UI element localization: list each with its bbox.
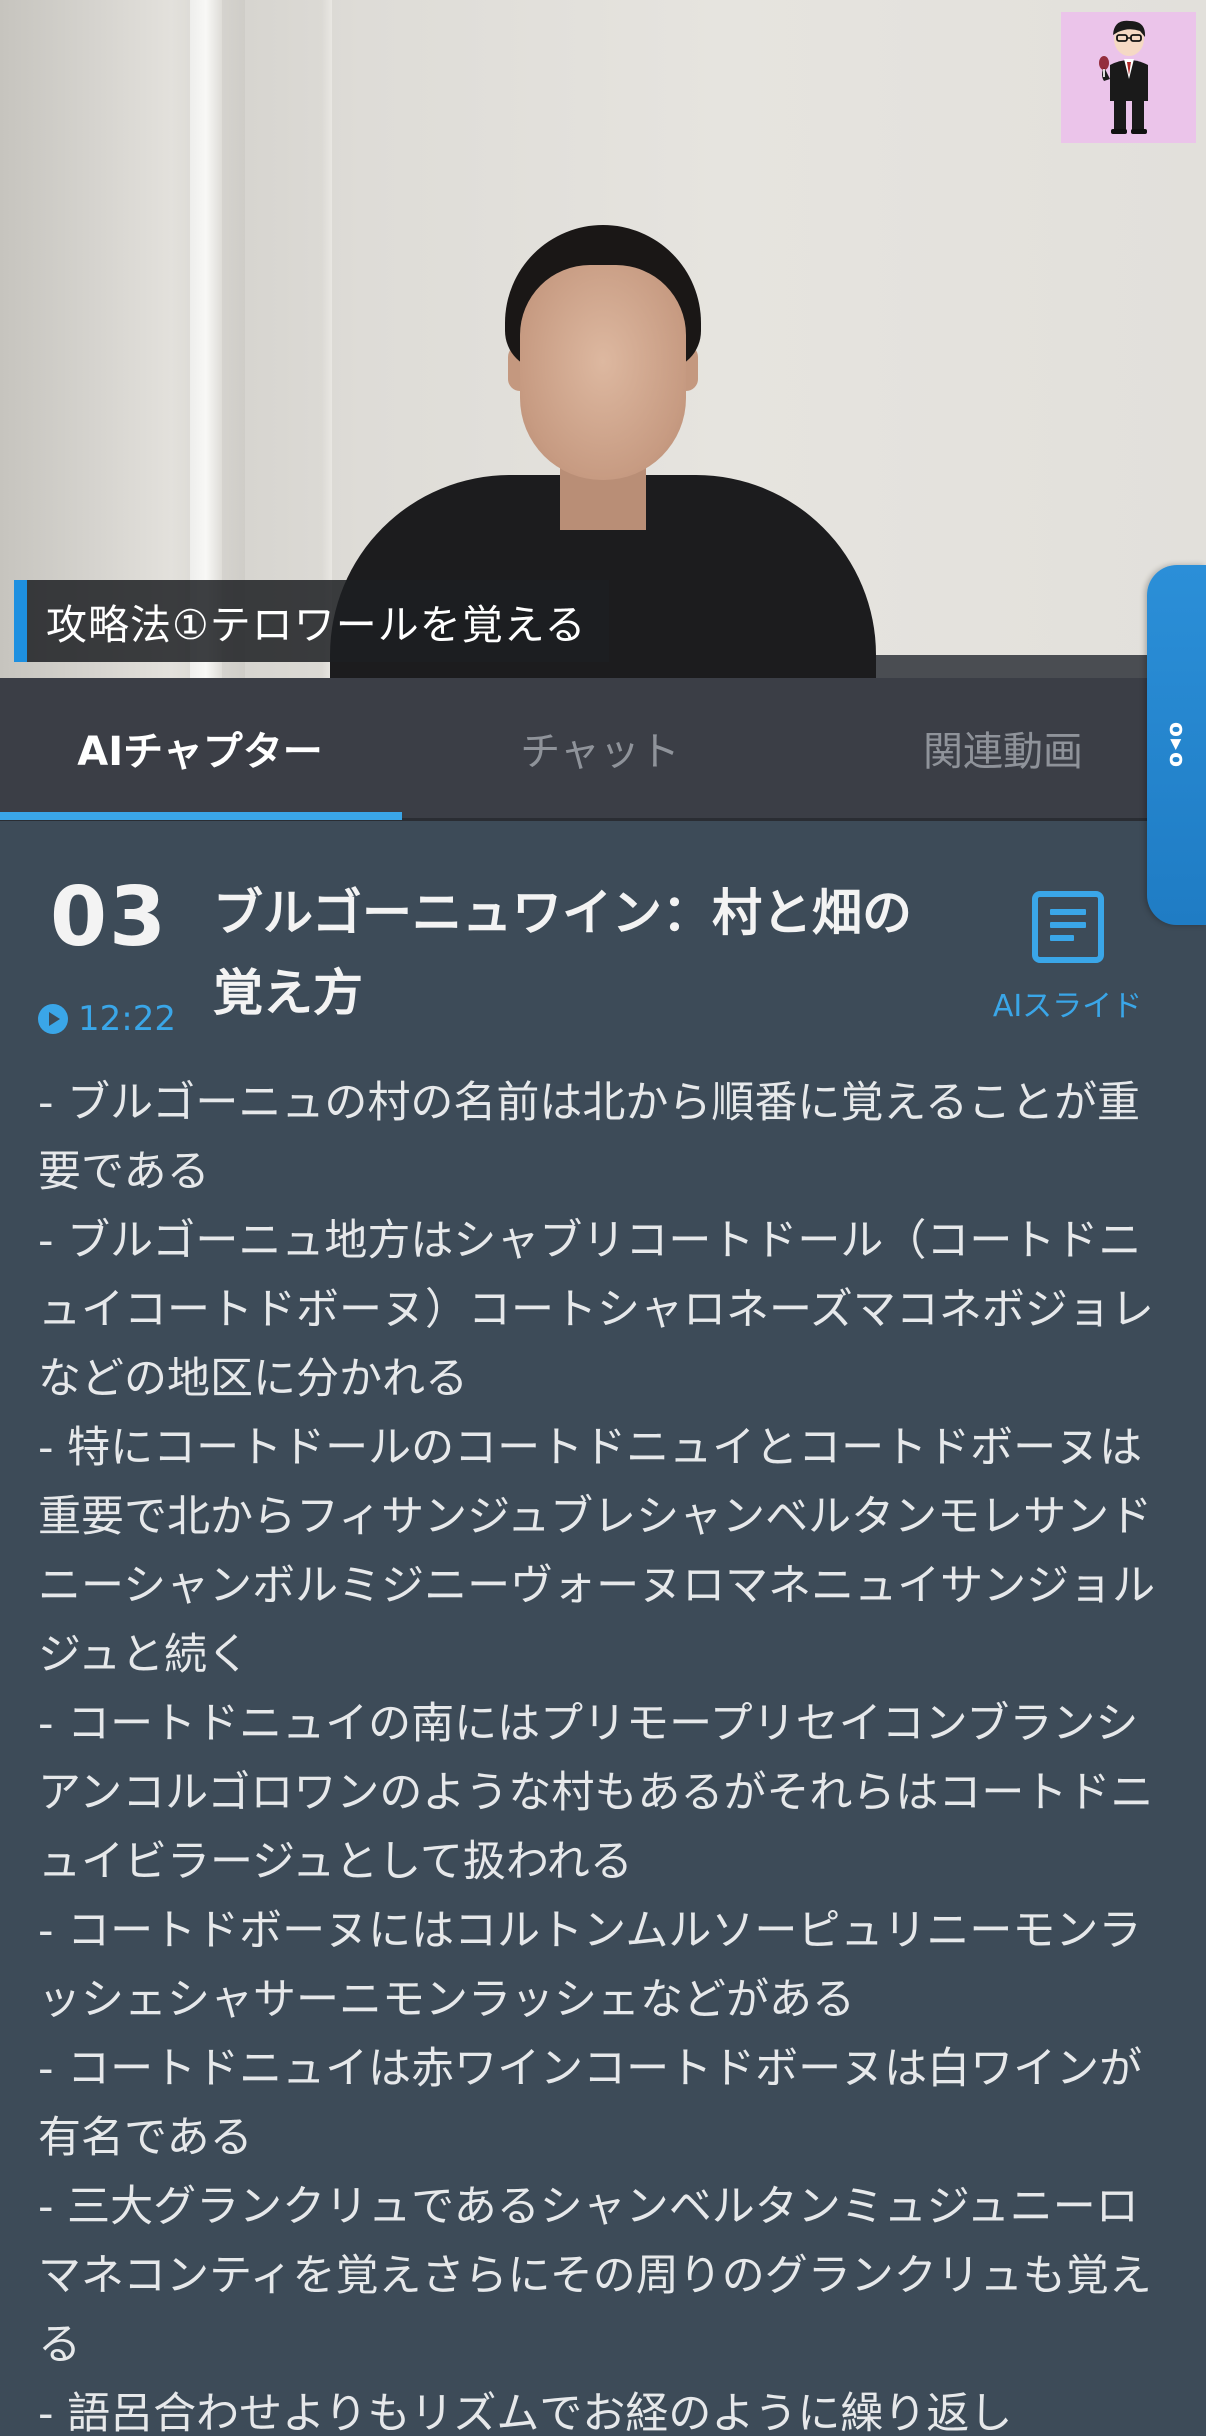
active-tab-indicator (0, 812, 402, 820)
tab-chat-label: チャット (520, 729, 680, 775)
summary-item: - 特にコートドールのコートドニュイとコートドボーヌは重要で北からフィサンジュブ… (38, 1423, 1156, 1680)
drawer-handle-icon: o▸o (1164, 721, 1189, 769)
summary-item: - コートドボーヌにはコルトンムルソーピュリニーモンラッシェシャサーニモンラッシ… (38, 1906, 1142, 2025)
video-caption-text: 攻略法①テロワールを覚える (46, 601, 587, 649)
presenter-avatar-icon[interactable] (1061, 12, 1196, 143)
summary-item: - コートドニュイの南にはプリモープリセイコンブランシアンコルゴロワンのような村… (38, 1699, 1154, 1887)
chapter-number: 03 (50, 870, 169, 965)
tab-ai-chapter[interactable]: AIチャプター (0, 678, 400, 818)
video-wall-edge (322, 0, 332, 678)
ai-slide-label: AIスライド (992, 989, 1143, 1024)
play-icon (38, 1004, 68, 1034)
video-curtain-fold (190, 0, 222, 678)
chapter-summary: - ブルゴーニュの村の名前は北から順番に覚えることが重要である - ブルゴーニュ… (38, 1069, 1168, 2436)
chapter-panel[interactable]: 03 12:22 ブルゴーニュワイン：村と畑の覚え方 AIスライド - ブルゴー… (0, 821, 1206, 2436)
tab-bar: AIチャプター チャット 関連動画 (0, 678, 1206, 821)
summary-item: - ブルゴーニュ地方はシャブリコートドール（コートドニュイコートドボーヌ）コート… (38, 1216, 1154, 1404)
summary-item: - 語呂合わせよりもリズムでお経のように繰り返し (38, 2389, 1013, 2436)
summary-item: - コートドニュイは赤ワインコートドボーヌは白ワインが有名である (38, 2044, 1143, 2163)
ai-slide-button[interactable]: AIスライド (985, 891, 1150, 1025)
app-root: 攻略法①テロワールを覚える AIチャプター チャット 関連動画 03 12:22… (0, 0, 1206, 2436)
video-player[interactable]: 攻略法①テロワールを覚える (0, 0, 1206, 678)
chapter-title: ブルゴーニュワイン：村と畑の覚え方 (213, 884, 912, 1022)
avatar-figure-icon (1098, 20, 1148, 134)
tab-chat[interactable]: チャット (400, 678, 800, 818)
document-icon (1031, 891, 1104, 963)
video-caption: 攻略法①テロワールを覚える (14, 580, 609, 662)
chapter-time: 12:22 (78, 999, 176, 1039)
chapter-timestamp[interactable]: 12:22 (38, 999, 176, 1039)
summary-item: - ブルゴーニュの村の名前は北から順番に覚えることが重要である (38, 1078, 1141, 1197)
side-drawer-handle[interactable]: o▸o (1147, 565, 1206, 925)
tab-related-videos[interactable]: 関連動画 (800, 678, 1206, 818)
presenter-face (520, 265, 686, 480)
tab-related-videos-label: 関連動画 (923, 729, 1083, 775)
summary-item: - 三大グランクリュであるシャンベルタンミュジュニーロマネコンティを覚えさらにそ… (38, 2182, 1152, 2370)
tab-ai-chapter-label: AIチャプター (77, 729, 323, 775)
